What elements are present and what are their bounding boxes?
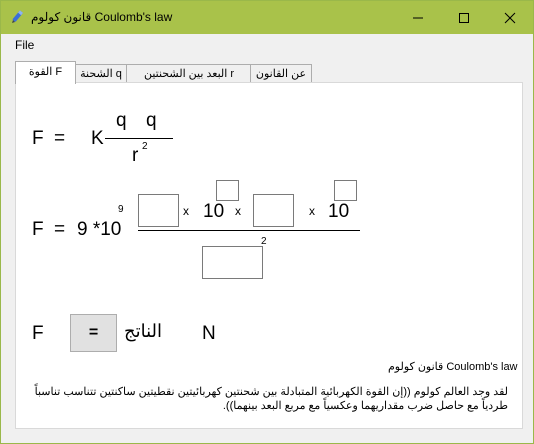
force-panel: F = K q q r 2 F = 9 *10 9 x 10 x x 10 2 … <box>15 82 523 429</box>
formula2-f: F <box>32 219 44 240</box>
result-label: الناتج <box>124 321 163 341</box>
minimize-icon <box>413 17 423 19</box>
distance-exponent: 2 <box>261 236 267 247</box>
law-heading: قانون كولوم Coulomb's law <box>388 361 518 373</box>
formula1-r-exponent: 2 <box>142 141 148 152</box>
formula1-q1: q <box>116 110 127 131</box>
multiply-sign: x <box>235 204 241 218</box>
window-title: قانون كولوم Coulomb's law <box>31 10 173 24</box>
title-bar: قانون كولوم Coulomb's law <box>1 1 533 34</box>
formula1-q2: q <box>146 110 157 131</box>
formula1-f: F <box>32 128 44 149</box>
formula2-equals: = <box>54 219 66 240</box>
maximize-icon <box>459 13 469 23</box>
calculate-button[interactable]: = <box>70 314 117 352</box>
ten-base-2: 10 <box>328 201 350 222</box>
formula1-fraction-line <box>105 138 173 139</box>
ten-base-1: 10 <box>203 201 225 222</box>
formula1-equals: = <box>54 128 66 149</box>
q1-input[interactable] <box>138 194 179 227</box>
multiply-sign: x <box>309 204 315 218</box>
q2-input[interactable] <box>253 194 294 227</box>
tab-about[interactable]: عن القانون <box>250 64 312 83</box>
tab-distance[interactable]: البعد بين الشحنتين r <box>126 64 252 83</box>
exponent2-input[interactable] <box>334 180 357 201</box>
formula1-r: r <box>132 145 139 166</box>
pen-icon <box>12 10 24 23</box>
menu-bar: File <box>1 34 533 56</box>
law-description: لقد وجد العالم كولوم ((إن القوة الكهربائ… <box>34 386 508 412</box>
tab-label: القوة F <box>28 66 63 78</box>
distance-input[interactable] <box>202 246 263 279</box>
tab-force[interactable]: القوة F <box>15 61 76 84</box>
tab-label: الشحنة q <box>80 68 122 80</box>
tab-label: البعد بين الشحنتين r <box>143 68 235 80</box>
tab-label: عن القانون <box>255 68 307 80</box>
close-button[interactable] <box>487 1 533 34</box>
result-unit: N <box>202 323 216 344</box>
formula2-fraction-line <box>138 230 360 231</box>
menu-file[interactable]: File <box>15 38 34 52</box>
close-icon <box>504 12 516 24</box>
formula2-constant: 9 *10 <box>77 219 122 240</box>
minimize-button[interactable] <box>395 1 441 34</box>
result-f: F <box>32 323 44 344</box>
formula2-constant-exponent: 9 <box>118 204 124 215</box>
exponent1-input[interactable] <box>216 180 239 201</box>
maximize-button[interactable] <box>441 1 487 34</box>
app-window: قانون كولوم Coulomb's law File القوة F ا… <box>0 0 534 444</box>
tab-charge[interactable]: الشحنة q <box>74 64 128 83</box>
multiply-sign: x <box>183 204 189 218</box>
formula1-k: K <box>91 128 104 149</box>
